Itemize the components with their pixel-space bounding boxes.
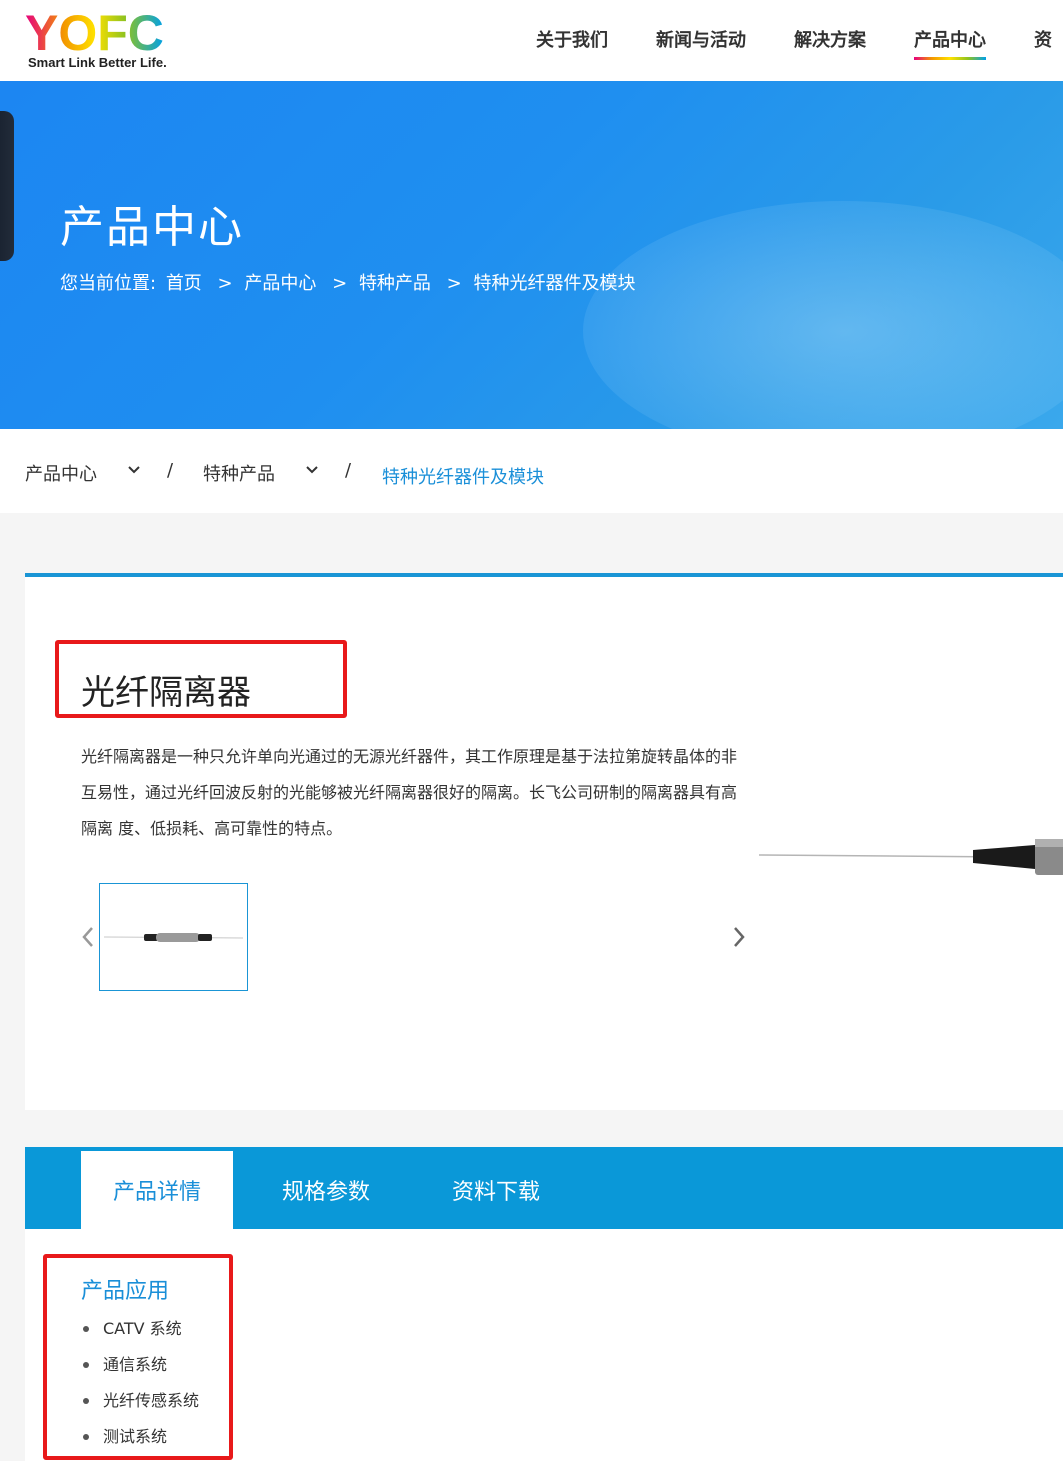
nav-item-news[interactable]: 新闻与活动 (656, 26, 746, 60)
breadcrumb-products[interactable]: 产品中心 (244, 273, 316, 294)
banner-glow (583, 201, 1063, 429)
isolator-image (759, 839, 1063, 875)
product-description: 光纤隔离器是一种只允许单向光通过的无源光纤器件，其工作原理是基于法拉第旋转晶体的… (81, 747, 738, 838)
subnav-separator: / (167, 460, 174, 481)
site-header: YOFC Smart Link Better Life. 关于我们 新闻与活动 … (0, 0, 1063, 81)
breadcrumb-special-products[interactable]: 特种产品 (359, 273, 431, 294)
list-item: 测试系统 (81, 1419, 199, 1455)
category-dropdown-level1[interactable]: 产品中心 (25, 460, 97, 486)
main-nav: 关于我们 新闻与活动 解决方案 产品中心 资 (536, 26, 1063, 60)
breadcrumb-separator: > (332, 273, 348, 294)
chevron-down-icon[interactable] (127, 463, 141, 477)
logo-wordmark: YOFC (25, 8, 164, 54)
tab-downloads[interactable]: 资料下载 (435, 1151, 557, 1229)
chevron-right-icon[interactable] (731, 925, 747, 949)
nav-item-solutions[interactable]: 解决方案 (794, 26, 866, 60)
list-item: CATV 系统 (81, 1311, 199, 1347)
nav-item-about[interactable]: 关于我们 (536, 26, 608, 60)
product-tabs: 产品详情 规格参数 资料下载 (25, 1147, 1063, 1229)
subnav-separator: / (345, 460, 352, 481)
chevron-down-icon[interactable] (305, 463, 319, 477)
chevron-left-icon[interactable] (80, 925, 96, 949)
logo-tagline: Smart Link Better Life. (28, 55, 167, 70)
breadcrumb-separator: > (217, 273, 233, 294)
product-main-image (759, 817, 1063, 897)
tab-product-details[interactable]: 产品详情 (81, 1151, 233, 1229)
banner-device-image (0, 111, 14, 261)
list-item: 光纤传感系统 (81, 1383, 199, 1419)
breadcrumb-separator: > (446, 273, 462, 294)
hero-banner: 产品中心 您当前位置: 首页 > 产品中心 > 特种产品 > 特种光纤器件及模块 (0, 81, 1063, 429)
logo-mark: YOFC (25, 8, 164, 54)
isolator-thumbnail-image (103, 933, 244, 942)
applications-list: CATV 系统 通信系统 光纤传感系统 测试系统 (81, 1311, 199, 1455)
nav-item-products[interactable]: 产品中心 (914, 26, 986, 60)
list-item: 通信系统 (81, 1347, 199, 1383)
breadcrumb-home[interactable]: 首页 (166, 273, 202, 294)
product-details-content: 产品应用 CATV 系统 通信系统 光纤传感系统 测试系统 (25, 1229, 1063, 1461)
page-title: 产品中心 (60, 202, 244, 253)
applications-heading: 产品应用 (81, 1279, 170, 1304)
yofc-logo[interactable]: YOFC Smart Link Better Life. (25, 8, 185, 74)
category-selector-bar: 产品中心 / 特种产品 / 特种光纤器件及模块 (0, 429, 1063, 513)
tab-specifications[interactable]: 规格参数 (265, 1151, 387, 1229)
category-dropdown-level2[interactable]: 特种产品 (203, 460, 275, 486)
product-title: 光纤隔离器 (81, 673, 251, 713)
category-current[interactable]: 特种光纤器件及模块 (382, 463, 544, 489)
breadcrumb-prefix: 您当前位置: (60, 273, 157, 294)
nav-item-resources[interactable]: 资 (1034, 26, 1052, 60)
breadcrumb: 您当前位置: 首页 > 产品中心 > 特种产品 > 特种光纤器件及模块 (60, 269, 640, 295)
product-panel: 光纤隔离器 光纤隔离器是一种只允许单向光通过的无源光纤器件，其工作原理是基于法拉… (25, 573, 1063, 1110)
breadcrumb-current[interactable]: 特种光纤器件及模块 (474, 273, 636, 294)
product-thumbnail[interactable] (99, 883, 248, 991)
